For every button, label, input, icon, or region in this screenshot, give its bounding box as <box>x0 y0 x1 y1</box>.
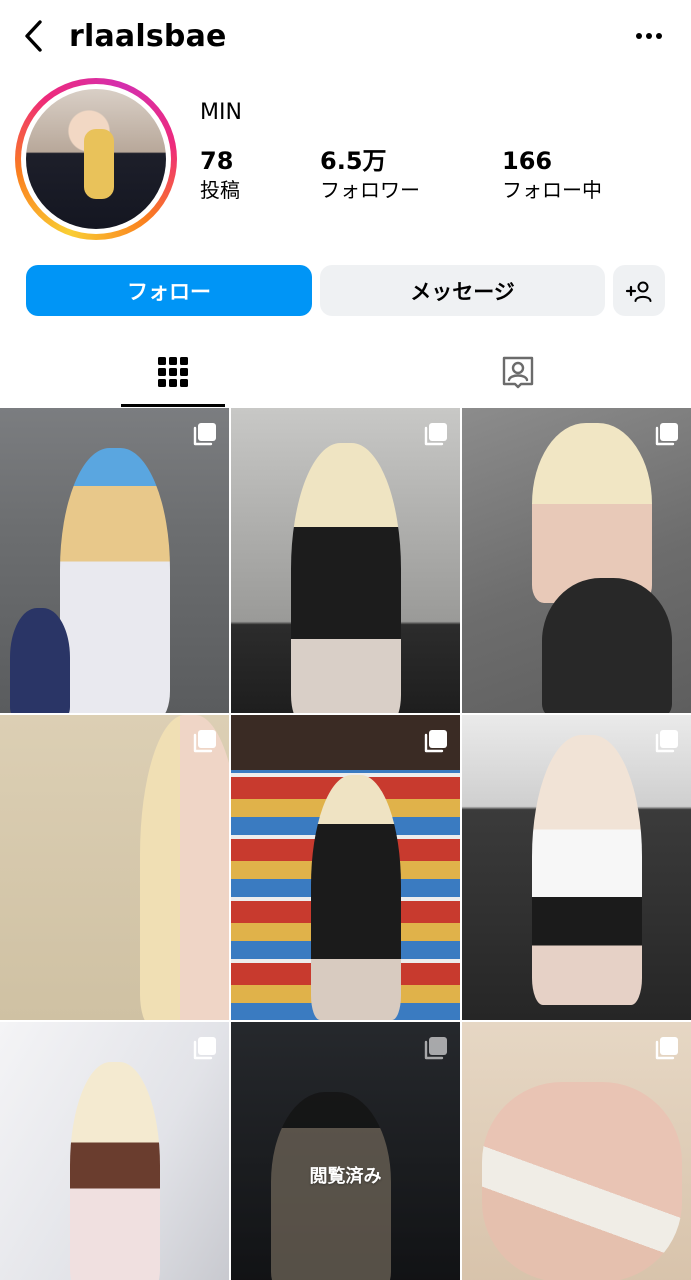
back-button[interactable] <box>12 14 56 58</box>
add-person-icon <box>625 281 652 302</box>
following-count[interactable]: 166 フォロー中 <box>502 146 602 204</box>
multiple-photos-icon <box>193 730 216 753</box>
profile-tabs <box>0 336 691 408</box>
chevron-left-icon <box>25 20 42 52</box>
followers-count-label: フォロワー <box>320 178 420 202</box>
post-thumbnail[interactable] <box>231 408 460 713</box>
story-ring[interactable] <box>15 78 177 240</box>
posts-count[interactable]: 78 投稿 <box>200 146 240 204</box>
post-thumbnail[interactable] <box>462 408 691 713</box>
grid-icon <box>157 357 188 387</box>
multiple-photos-icon <box>655 1037 678 1060</box>
multiple-photos-icon <box>655 730 678 753</box>
multiple-photos-icon <box>655 423 678 446</box>
top-bar: rlaalsbae <box>0 0 691 72</box>
profile-page: rlaalsbae MIN 78 投稿 6.5万 フォロワー 166 フォロー中… <box>0 0 691 1280</box>
suggest-users-button[interactable] <box>613 265 665 316</box>
tagged-person-icon <box>502 356 533 389</box>
posts-count-label: 投稿 <box>200 178 240 202</box>
selected-tab-indicator <box>121 404 225 407</box>
followers-count-value: 6.5万 <box>320 147 387 175</box>
profile-avatar <box>26 89 166 229</box>
post-thumbnail-viewed[interactable]: 閲覧済み <box>231 1022 460 1280</box>
posts-grid: 閲覧済み <box>0 408 691 1280</box>
more-horizontal-icon <box>636 33 662 39</box>
multiple-photos-icon <box>424 730 447 753</box>
tab-tagged[interactable] <box>345 336 690 408</box>
multiple-photos-icon <box>424 423 447 446</box>
viewed-label: 閲覧済み <box>309 1166 382 1187</box>
followers-count[interactable]: 6.5万 フォロワー <box>320 146 420 204</box>
tab-posts-grid[interactable] <box>0 336 345 408</box>
message-button[interactable]: メッセージ <box>320 265 605 316</box>
profile-username: rlaalsbae <box>69 18 227 54</box>
following-count-value: 166 <box>502 147 553 175</box>
post-thumbnail[interactable] <box>0 1022 229 1280</box>
post-thumbnail[interactable] <box>462 1022 691 1280</box>
multiple-photos-icon <box>193 1037 216 1060</box>
display-name: MIN <box>200 100 242 125</box>
follow-button[interactable]: フォロー <box>26 265 312 316</box>
post-thumbnail[interactable] <box>462 715 691 1020</box>
post-thumbnail[interactable] <box>0 408 229 713</box>
post-thumbnail[interactable] <box>231 715 460 1020</box>
multiple-photos-icon <box>193 423 216 446</box>
following-count-label: フォロー中 <box>502 178 602 202</box>
posts-count-value: 78 <box>200 147 234 175</box>
post-thumbnail[interactable] <box>0 715 229 1020</box>
multiple-photos-icon <box>424 1037 447 1060</box>
more-options-button[interactable] <box>627 14 671 58</box>
